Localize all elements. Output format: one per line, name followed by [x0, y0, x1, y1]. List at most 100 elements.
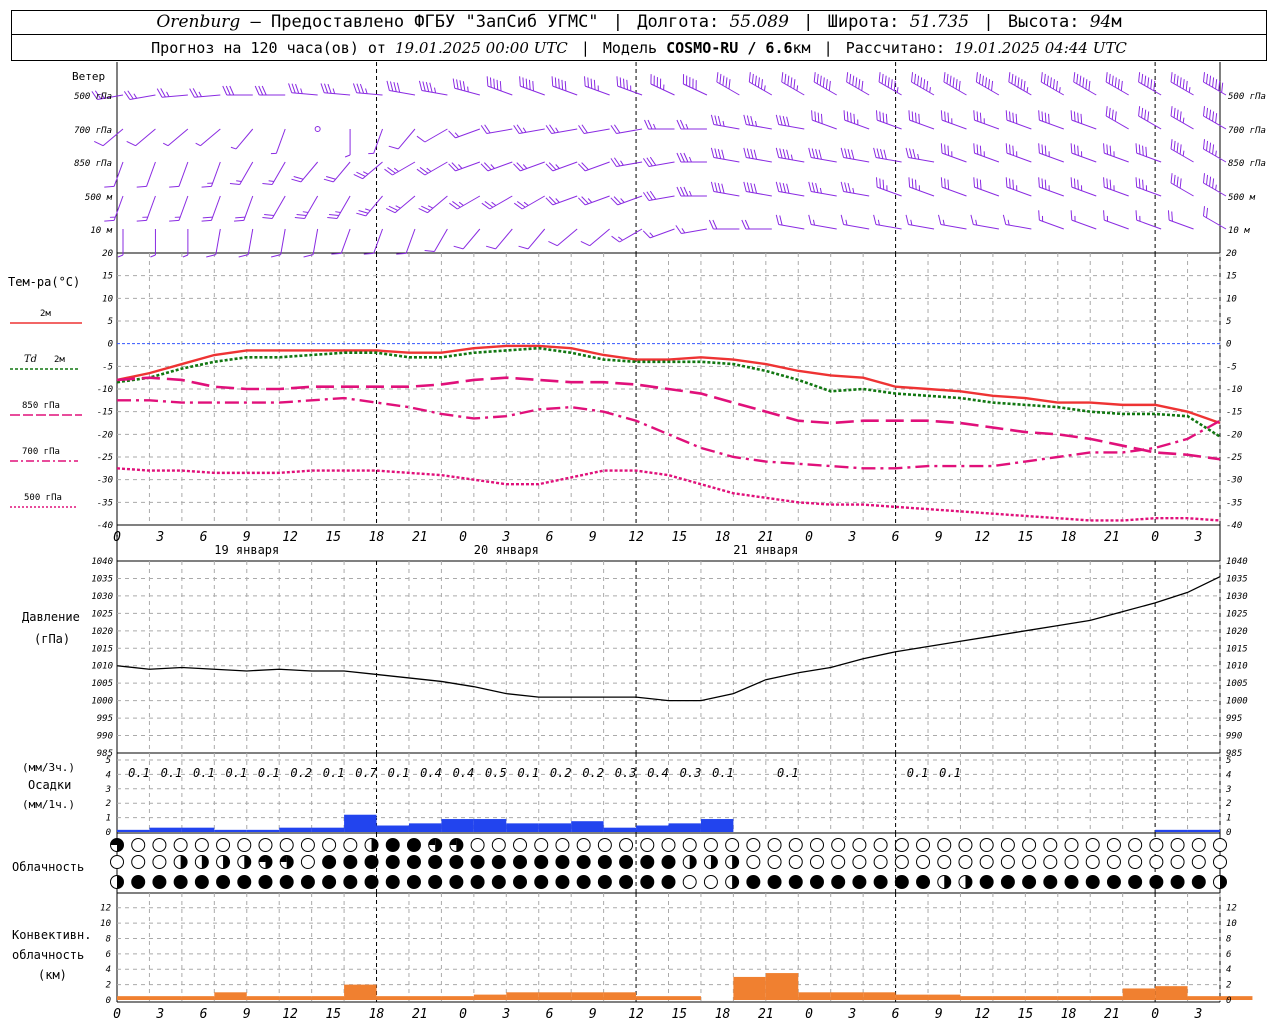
conv-bar	[246, 996, 280, 1000]
barb-full	[912, 149, 916, 159]
pressure-tick-left: 1010	[91, 662, 113, 672]
barb-full	[775, 147, 780, 158]
barb-staff	[713, 190, 740, 197]
temp-tick-right: 15	[1226, 272, 1237, 282]
barb-full	[545, 163, 554, 172]
wind-barb	[449, 195, 481, 210]
barb-half	[688, 156, 692, 163]
barb-full	[1005, 143, 1008, 154]
barb-staff	[495, 228, 513, 250]
precip-3h-label: 0.1	[777, 766, 799, 780]
barb-staff	[552, 85, 578, 96]
barb-full	[811, 182, 816, 193]
cloud-circle	[788, 855, 803, 869]
cloud-circle	[449, 875, 464, 889]
wind-barb	[577, 195, 610, 206]
wind-level-right: 500 гПа	[1228, 92, 1266, 102]
wind-barb	[1008, 72, 1032, 96]
time-tick-label-bottom: 3	[155, 1007, 164, 1022]
wind-barb	[320, 83, 351, 96]
cloud-symbol	[534, 875, 549, 889]
cloud-circle	[173, 875, 188, 889]
cloud-circle	[534, 875, 549, 889]
precip-3h-label: 0.7	[355, 766, 377, 780]
wind-barb	[644, 119, 675, 130]
conv-bar	[1025, 996, 1058, 1000]
conv-bar	[1187, 996, 1220, 1000]
wind-barb	[676, 186, 707, 197]
time-tick-label: 0	[805, 530, 813, 545]
cloud-symbol	[1000, 838, 1015, 852]
cloud-circle	[1170, 838, 1185, 852]
wind-barb	[775, 114, 805, 130]
barb-half	[195, 142, 201, 147]
precip-3h-label: 0.1	[161, 766, 183, 780]
time-tick-label-bottom: 18	[1061, 1007, 1077, 1022]
barb-full	[844, 182, 848, 193]
barb-half	[555, 164, 560, 169]
pressure-tick-right: 1040	[1226, 557, 1248, 567]
cloud-half	[223, 855, 230, 869]
cloud-symbol	[682, 875, 697, 889]
barb-staff	[487, 85, 513, 96]
time-tick-label: 12	[974, 530, 990, 545]
cloud-circle	[746, 855, 761, 869]
cloud-half	[286, 855, 294, 869]
cloud-symbol	[555, 875, 570, 889]
cloud-symbol	[597, 855, 612, 869]
barb-full	[331, 252, 342, 255]
precip-bar	[538, 823, 572, 832]
barb-full	[818, 149, 822, 160]
time-tick-label: 15	[671, 530, 687, 545]
barb-staff	[617, 85, 643, 96]
barb-full	[136, 185, 147, 188]
barb-full	[448, 163, 456, 172]
cloud-circle	[555, 838, 570, 852]
wind-barb	[485, 228, 513, 250]
barb-staff	[844, 119, 870, 130]
temp-tick-left: -20	[97, 430, 113, 440]
barb-staff	[1203, 182, 1227, 197]
precip-bar	[311, 827, 345, 832]
cloud-circle	[1191, 855, 1206, 869]
wind-level-right: 10 м	[1228, 226, 1250, 236]
cloud-symbol	[1043, 838, 1058, 852]
wind-barb	[480, 161, 513, 172]
cloud-circle	[576, 838, 591, 852]
cloud-circle	[385, 855, 400, 869]
wind-barb	[229, 161, 254, 186]
cloud-circle	[1149, 875, 1164, 889]
wind-barb	[513, 124, 545, 135]
wind-barb	[386, 80, 416, 96]
wind-barb	[1005, 177, 1032, 197]
cloud-symbol	[661, 838, 676, 852]
precip-tick-right: 4	[1226, 770, 1231, 780]
cloud-circle	[916, 855, 931, 869]
precip-tick-left: 1	[106, 814, 111, 824]
cloud-circle	[322, 838, 337, 852]
barb-staff	[746, 123, 772, 130]
barb-staff	[362, 161, 383, 180]
time-tick-label-bottom: 18	[369, 1007, 385, 1022]
barb-full	[710, 147, 715, 158]
cloud-symbol	[1191, 875, 1206, 889]
cloud-circle	[152, 855, 167, 869]
time-tick-label-bottom: 12	[974, 1007, 990, 1022]
pressure-tick-left: 995	[97, 714, 113, 724]
wind-barb	[905, 214, 935, 230]
conv-bar	[733, 976, 766, 1000]
cloud-symbol	[428, 855, 443, 869]
barb-full	[750, 183, 754, 193]
cloud-circle	[682, 875, 697, 889]
cloud-symbol	[449, 875, 464, 889]
wind-barb	[519, 76, 545, 96]
cloud-circle	[322, 875, 337, 889]
barb-full	[743, 181, 747, 192]
cloud-symbol	[1000, 875, 1015, 889]
barb-half	[300, 88, 303, 94]
barb-full	[940, 110, 943, 121]
barb-full	[753, 149, 758, 160]
barb-full	[104, 185, 115, 188]
barb-half	[365, 88, 368, 94]
barb-full	[1005, 110, 1008, 121]
